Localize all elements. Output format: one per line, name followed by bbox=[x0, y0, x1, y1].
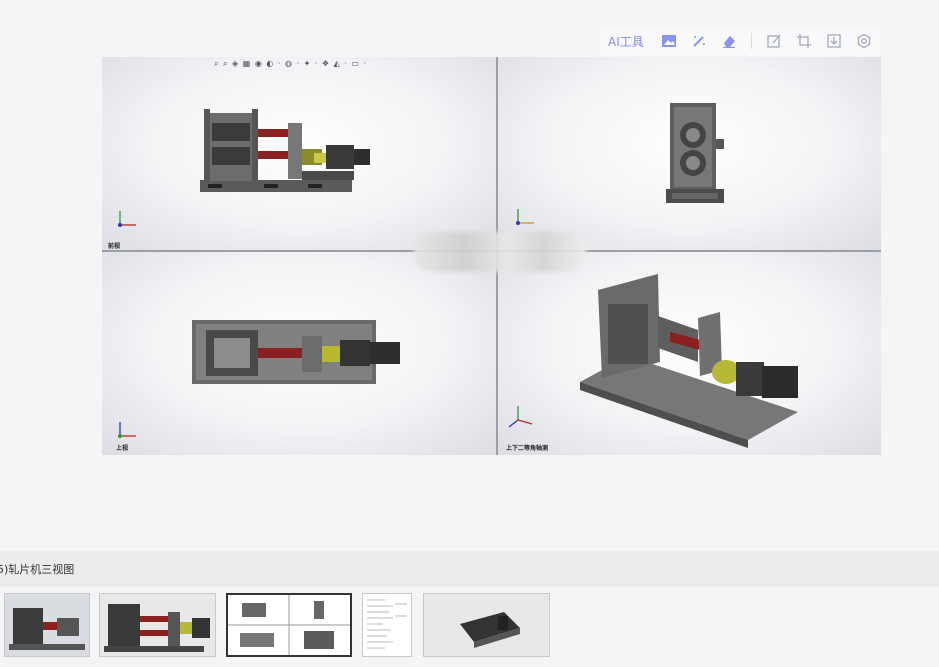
image-caption: 5)轧片机三视图 bbox=[0, 563, 75, 576]
isometric-view-drawing bbox=[580, 274, 798, 448]
eraser-icon[interactable] bbox=[720, 32, 738, 50]
thumbnail-3[interactable] bbox=[226, 593, 352, 657]
ai-tools-button[interactable]: AI工具 bbox=[608, 33, 644, 50]
isometric-view-label: 上下二等角轴测 bbox=[506, 445, 549, 452]
front-view-drawing bbox=[200, 109, 370, 192]
toolbar-separator bbox=[750, 33, 752, 49]
image-toolbar: AI工具 bbox=[600, 26, 880, 56]
thumbnail-2[interactable] bbox=[99, 593, 216, 657]
thumbnail-5[interactable] bbox=[423, 593, 550, 657]
front-view-label: 前视 bbox=[108, 243, 121, 250]
thumbnail-4[interactable] bbox=[362, 593, 412, 657]
axis-triad-icon bbox=[118, 422, 136, 438]
caption-bar: 5)轧片机三视图 bbox=[0, 551, 939, 587]
axis-triad-icon bbox=[516, 209, 534, 225]
blurred-watermark bbox=[414, 232, 586, 272]
side-view-drawing bbox=[666, 103, 724, 203]
top-view-pane: 上视 bbox=[102, 252, 496, 455]
ai-tools-label: AI工具 bbox=[608, 34, 644, 49]
download-icon[interactable] bbox=[825, 32, 843, 50]
image-icon[interactable] bbox=[660, 32, 678, 50]
isometric-view-pane: 上下二等角轴测 bbox=[498, 252, 881, 455]
magic-wand-icon[interactable] bbox=[690, 32, 708, 50]
cad-view-toolbar-icon: ⌕ ⌕ ◈ ▦ ◉ ◐ · ◍ · ✦ · ❖ ◭ · ▭ · bbox=[214, 59, 368, 68]
top-view-label: 上视 bbox=[116, 445, 129, 452]
thumbnail-1[interactable] bbox=[4, 593, 90, 657]
top-view-drawing bbox=[192, 320, 400, 384]
axis-triad-icon bbox=[508, 406, 533, 428]
front-view-pane: ⌕ ⌕ ◈ ▦ ◉ ◐ · ◍ · ✦ · ❖ ◭ · ▭ · 前视 bbox=[102, 57, 496, 250]
edit-image-icon[interactable] bbox=[765, 32, 783, 50]
settings-icon[interactable] bbox=[855, 32, 873, 50]
axis-triad-icon bbox=[118, 211, 136, 227]
side-view-pane bbox=[498, 57, 881, 250]
crop-icon[interactable] bbox=[795, 32, 813, 50]
